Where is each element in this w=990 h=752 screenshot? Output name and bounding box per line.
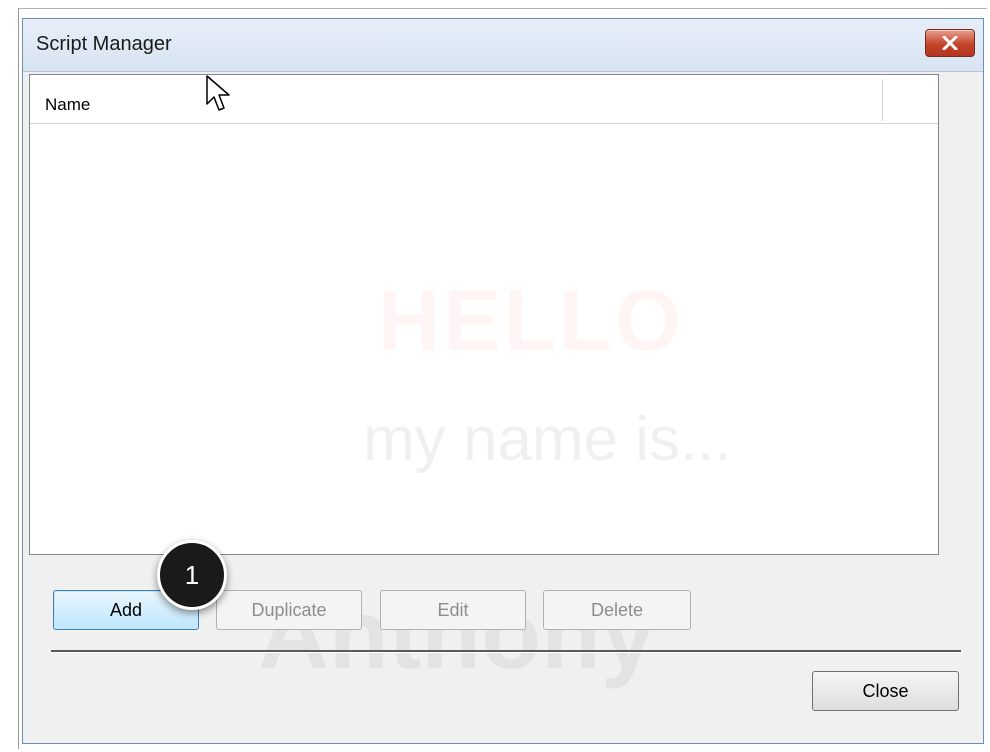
mouse-pointer-icon [206,75,230,111]
duplicate-button[interactable]: Duplicate [216,590,362,630]
divider [51,650,961,653]
edit-button[interactable]: Edit [380,590,526,630]
close-button[interactable]: Close [812,671,959,711]
delete-button[interactable]: Delete [543,590,691,630]
scripts-list[interactable]: Name [29,74,939,555]
window-close-button[interactable] [925,29,975,57]
column-header-name[interactable]: Name [45,95,90,115]
title-bar[interactable]: Script Manager [23,19,983,72]
window-title: Script Manager [36,33,172,55]
step-callout-badge: 1 [157,540,227,610]
close-icon [942,36,958,50]
list-header: Name [30,75,938,124]
column-separator[interactable] [882,79,883,121]
